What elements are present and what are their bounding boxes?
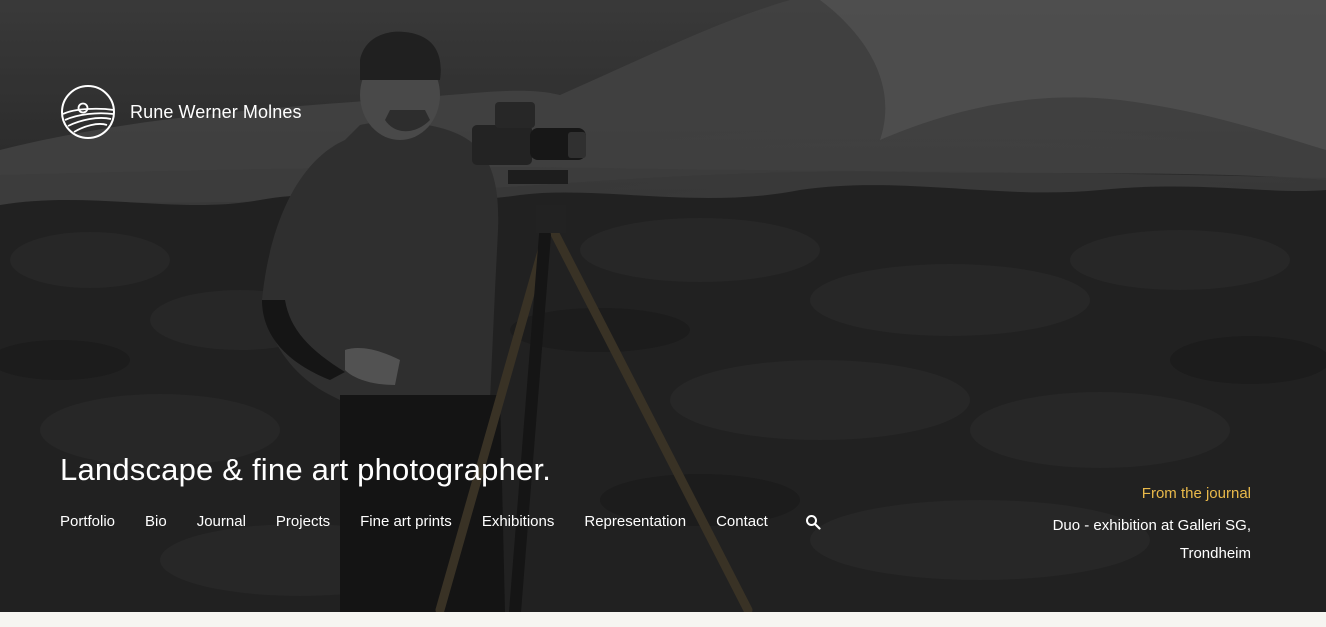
- sun-over-waves-logo-icon: [61, 85, 115, 139]
- site-name: Rune Werner Molnes: [130, 101, 302, 122]
- journal-post-title-line2: Trondheim: [1179, 545, 1251, 562]
- nav-item-portfolio[interactable]: Portfolio: [60, 513, 115, 530]
- main-navigation: Portfolio Bio Journal Projects Fine art …: [60, 513, 821, 530]
- nav-item-exhibitions[interactable]: Exhibitions: [482, 513, 555, 530]
- journal-post-link[interactable]: Duo - exhibition at Galleri SG, Trondhei…: [991, 512, 1251, 568]
- journal-label: From the journal: [1141, 485, 1251, 502]
- hero-tagline: Landscape & fine art photographer.: [60, 452, 552, 487]
- journal-post-title-line1: Duo - exhibition at Galleri SG,: [1052, 517, 1251, 534]
- search-icon[interactable]: [805, 514, 821, 530]
- page-bottom-strip: [0, 612, 1326, 627]
- nav-item-fine-art-prints[interactable]: Fine art prints: [360, 513, 452, 530]
- nav-item-journal[interactable]: Journal: [197, 513, 246, 530]
- nav-item-bio[interactable]: Bio: [145, 513, 167, 530]
- journal-teaser: From the journal Duo - exhibition at Gal…: [991, 484, 1251, 568]
- nav-item-contact[interactable]: Contact: [716, 513, 768, 530]
- nav-item-representation[interactable]: Representation: [584, 513, 686, 530]
- hero-section: Rune Werner Molnes Landscape & fine art …: [0, 0, 1326, 612]
- brand-logo[interactable]: Rune Werner Molnes: [60, 84, 302, 140]
- nav-item-projects[interactable]: Projects: [276, 513, 330, 530]
